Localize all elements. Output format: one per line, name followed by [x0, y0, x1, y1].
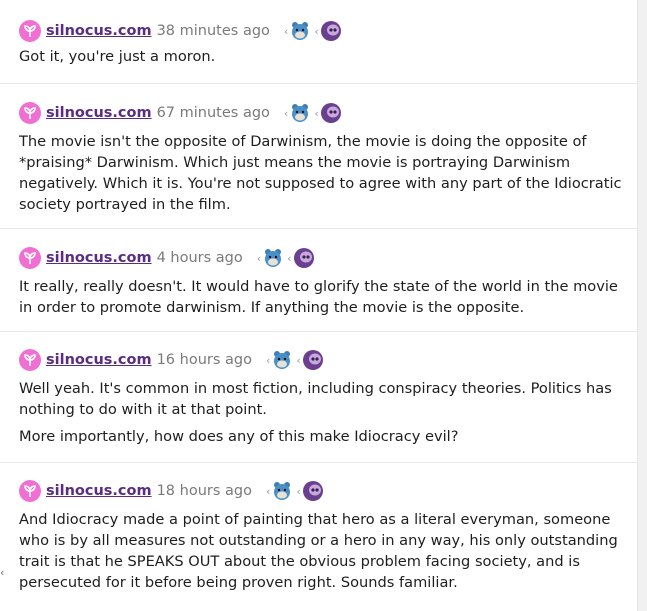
purple-skull-emoji-icon[interactable] — [302, 349, 324, 371]
username-link[interactable]: silnocus.com — [46, 105, 152, 121]
chevron-left-icon[interactable]: ‹ — [284, 25, 288, 38]
comment-body: Got it, you're just a moron. — [19, 46, 623, 67]
comment-text: More importantly, how does any of this m… — [19, 428, 459, 445]
username-link[interactable]: silnocus.com — [46, 250, 152, 266]
chevron-left-icon[interactable]: ‹ — [266, 485, 270, 498]
comment-body: The movie isn't the opposite of Darwinis… — [19, 131, 623, 215]
comment: silnocus.com 4 hours ago ‹ ‹ It really, … — [0, 228, 637, 331]
username-link[interactable]: silnocus.com — [46, 483, 152, 499]
comment-text: Well yeah. It's common in most fiction, … — [19, 380, 612, 418]
purple-skull-emoji-icon[interactable] — [293, 247, 315, 269]
blue-bear-emoji-icon[interactable] — [289, 102, 311, 124]
chevron-left-icon[interactable]: ‹ — [266, 354, 270, 367]
comment: silnocus.com 16 hours ago ‹ ‹ Well yeah.… — [0, 331, 637, 462]
comment-meta: silnocus.com 18 hours ago ‹ ‹ — [19, 477, 623, 505]
chevron-left-icon[interactable]: ‹ — [0, 566, 4, 579]
reactions: ‹ ‹ — [284, 20, 345, 42]
timestamp[interactable]: 4 hours ago — [157, 250, 243, 266]
reactions: ‹ ‹ — [266, 480, 327, 502]
chevron-left-icon[interactable]: ‹ — [296, 354, 300, 367]
timestamp[interactable]: 16 hours ago — [157, 352, 252, 368]
timestamp[interactable]: 38 minutes ago — [157, 23, 270, 39]
comment-text: The movie isn't the opposite of Darwinis… — [19, 133, 622, 213]
comment-body: It really, really doesn't. It would have… — [19, 276, 623, 318]
sprout-icon[interactable] — [19, 349, 41, 371]
reactions: ‹ ‹ — [284, 102, 345, 124]
username-link[interactable]: silnocus.com — [46, 352, 152, 368]
chevron-left-icon[interactable]: ‹ — [296, 485, 300, 498]
sprout-icon[interactable] — [19, 102, 41, 124]
username-link[interactable]: silnocus.com — [46, 23, 152, 39]
purple-skull-emoji-icon[interactable] — [320, 102, 342, 124]
blue-bear-emoji-icon[interactable] — [289, 20, 311, 42]
scrollbar[interactable] — [637, 0, 647, 611]
comment-body: And Idiocracy made a point of painting t… — [19, 509, 623, 593]
comment: silnocus.com 18 hours ago ‹ ‹ And Idiocr… — [0, 462, 637, 611]
comment: silnocus.com 67 minutes ago ‹ ‹ The movi… — [0, 83, 637, 228]
chevron-left-icon[interactable]: ‹ — [257, 252, 261, 265]
blue-bear-emoji-icon[interactable] — [262, 247, 284, 269]
purple-skull-emoji-icon[interactable] — [320, 20, 342, 42]
chevron-left-icon[interactable]: ‹ — [284, 107, 288, 120]
timestamp[interactable]: 67 minutes ago — [157, 105, 270, 121]
sprout-icon[interactable] — [19, 247, 41, 269]
chevron-left-icon[interactable]: ‹ — [287, 252, 291, 265]
comment-meta: silnocus.com 4 hours ago ‹ ‹ — [19, 244, 623, 272]
comment-feed: silnocus.com 38 minutes ago ‹ ‹ Got it, … — [0, 0, 637, 611]
blue-bear-emoji-icon[interactable] — [271, 349, 293, 371]
comment-meta: silnocus.com 67 minutes ago ‹ ‹ — [19, 99, 623, 127]
comment-body: Well yeah. It's common in most fiction, … — [19, 378, 623, 447]
comment-text: It really, really doesn't. It would have… — [19, 278, 618, 316]
purple-skull-emoji-icon[interactable] — [302, 480, 324, 502]
blue-bear-emoji-icon[interactable] — [271, 480, 293, 502]
comment-meta: silnocus.com 16 hours ago ‹ ‹ — [19, 346, 623, 374]
reactions: ‹ ‹ — [257, 247, 318, 269]
comment-meta: silnocus.com 38 minutes ago ‹ ‹ — [19, 17, 623, 45]
sprout-icon[interactable] — [19, 20, 41, 42]
comment: silnocus.com 38 minutes ago ‹ ‹ Got it, … — [0, 0, 637, 83]
comment-text: And Idiocracy made a point of painting t… — [19, 511, 618, 591]
comment-text: Got it, you're just a moron. — [19, 48, 216, 65]
timestamp[interactable]: 18 hours ago — [157, 483, 252, 499]
reactions: ‹ ‹ — [266, 349, 327, 371]
chevron-left-icon[interactable]: ‹ — [314, 107, 318, 120]
chevron-left-icon[interactable]: ‹ — [314, 25, 318, 38]
sprout-icon[interactable] — [19, 480, 41, 502]
